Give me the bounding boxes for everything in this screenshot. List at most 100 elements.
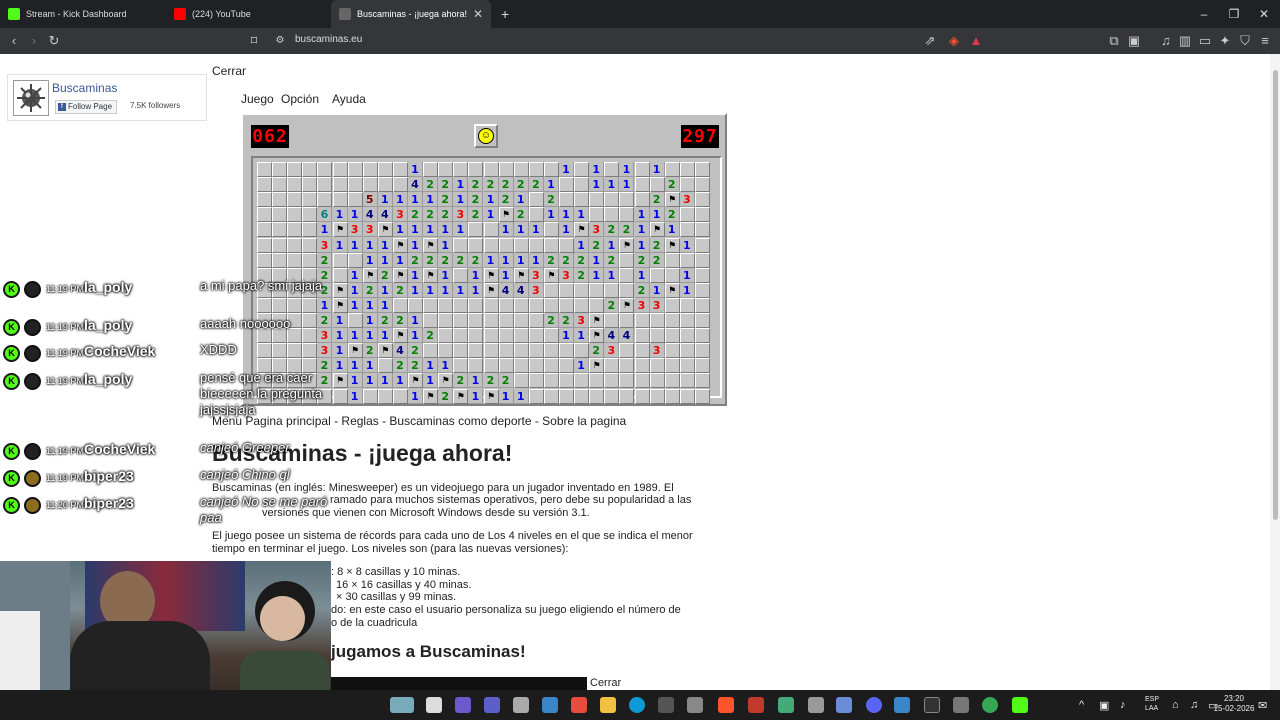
flag-icon[interactable]: ⚑ <box>377 222 393 238</box>
covered-cell[interactable] <box>559 358 574 374</box>
covered-cell[interactable] <box>574 297 590 313</box>
covered-cell[interactable] <box>649 328 665 344</box>
revealed-cell[interactable]: 1 <box>423 358 439 374</box>
flag-icon[interactable]: ⚑ <box>408 373 423 389</box>
network-icon[interactable]: ⌂ <box>1172 699 1179 711</box>
covered-cell[interactable] <box>438 297 454 313</box>
revealed-cell[interactable]: 1 <box>408 222 423 238</box>
revealed-cell[interactable]: 4 <box>498 282 514 298</box>
restore-icon[interactable]: ❐ <box>1218 0 1250 28</box>
covered-cell[interactable] <box>604 388 620 404</box>
covered-cell[interactable] <box>272 162 288 177</box>
revealed-cell[interactable]: 1 <box>664 222 680 238</box>
revealed-cell[interactable]: 1 <box>438 282 454 298</box>
revealed-cell[interactable]: 2 <box>453 373 469 389</box>
revealed-cell[interactable]: 1 <box>468 267 484 283</box>
revealed-cell[interactable]: 1 <box>634 267 650 283</box>
covered-cell[interactable] <box>543 297 559 313</box>
revealed-cell[interactable]: 1 <box>453 222 469 238</box>
covered-cell[interactable] <box>347 192 363 208</box>
covered-cell[interactable] <box>604 192 620 208</box>
revealed-cell[interactable]: 1 <box>332 358 348 374</box>
chrome-icon[interactable] <box>982 697 998 713</box>
covered-cell[interactable] <box>694 267 710 283</box>
covered-cell[interactable] <box>589 388 605 404</box>
revealed-cell[interactable]: 2 <box>468 207 484 223</box>
revealed-cell[interactable]: 2 <box>392 358 408 374</box>
covered-cell[interactable] <box>679 358 695 374</box>
covered-cell[interactable] <box>649 358 665 374</box>
revealed-cell[interactable]: 1 <box>589 267 605 283</box>
covered-cell[interactable] <box>453 237 469 253</box>
covered-cell[interactable] <box>453 297 469 313</box>
covered-cell[interactable] <box>347 313 363 328</box>
revealed-cell[interactable]: 1 <box>498 252 514 268</box>
covered-cell[interactable] <box>513 297 529 313</box>
revealed-cell[interactable]: 2 <box>543 313 559 328</box>
weather-icon[interactable] <box>390 697 414 713</box>
tab-youtube[interactable]: (224) YouTube <box>166 0 331 28</box>
revealed-cell[interactable]: 1 <box>589 162 605 177</box>
revealed-cell[interactable]: 1 <box>559 222 574 238</box>
covered-cell[interactable] <box>619 192 635 208</box>
covered-cell[interactable] <box>634 388 650 404</box>
revealed-cell[interactable]: 2 <box>649 192 665 208</box>
covered-cell[interactable] <box>257 237 272 253</box>
covered-cell[interactable] <box>604 313 620 328</box>
revealed-cell[interactable]: 1 <box>423 192 439 208</box>
revealed-cell[interactable]: 1 <box>377 192 393 208</box>
covered-cell[interactable] <box>302 192 318 208</box>
revealed-cell[interactable]: 1 <box>679 282 695 298</box>
revealed-cell[interactable]: 2 <box>423 207 439 223</box>
covered-cell[interactable] <box>528 328 544 344</box>
covered-cell[interactable] <box>543 358 559 374</box>
covered-cell[interactable] <box>332 252 348 268</box>
covered-cell[interactable] <box>392 162 408 177</box>
revealed-cell[interactable]: 2 <box>604 222 620 238</box>
covered-cell[interactable] <box>513 237 529 253</box>
revealed-cell[interactable]: 2 <box>649 237 665 253</box>
flag-icon[interactable]: ⚑ <box>332 373 348 389</box>
menu-opcion[interactable]: Opción <box>281 92 319 106</box>
revealed-cell[interactable]: 1 <box>423 373 439 389</box>
covered-cell[interactable] <box>679 297 695 313</box>
covered-cell[interactable] <box>513 343 529 359</box>
revealed-cell[interactable]: 1 <box>498 222 514 238</box>
revealed-cell[interactable]: 2 <box>574 267 590 283</box>
covered-cell[interactable] <box>468 162 484 177</box>
covered-cell[interactable] <box>257 177 272 193</box>
covered-cell[interactable] <box>589 373 605 389</box>
revealed-cell[interactable]: 1 <box>619 177 635 193</box>
leo-ai-icon[interactable]: ✦ <box>1217 33 1233 49</box>
covered-cell[interactable] <box>543 328 559 344</box>
reload-icon[interactable]: ↻ <box>46 33 62 49</box>
revealed-cell[interactable]: 2 <box>362 282 378 298</box>
flag-icon[interactable]: ⚑ <box>498 207 514 223</box>
covered-cell[interactable] <box>634 328 650 344</box>
revealed-cell[interactable]: 1 <box>332 207 348 223</box>
covered-cell[interactable] <box>317 177 333 193</box>
revealed-cell[interactable]: 1 <box>574 328 590 344</box>
scrollbar-thumb[interactable] <box>1273 70 1278 520</box>
covered-cell[interactable] <box>619 313 635 328</box>
revealed-cell[interactable]: 1 <box>483 207 499 223</box>
revealed-cell[interactable]: 2 <box>483 373 499 389</box>
flag-icon[interactable]: ⚑ <box>589 328 605 344</box>
covered-cell[interactable] <box>649 313 665 328</box>
covered-cell[interactable] <box>453 162 469 177</box>
covered-cell[interactable] <box>513 328 529 344</box>
covered-cell[interactable] <box>604 358 620 374</box>
covered-cell[interactable] <box>377 162 393 177</box>
revealed-cell[interactable]: 1 <box>649 207 665 223</box>
covered-cell[interactable] <box>664 313 680 328</box>
covered-cell[interactable] <box>559 388 574 404</box>
covered-cell[interactable] <box>634 343 650 359</box>
app-icon[interactable] <box>836 697 852 713</box>
app-icon[interactable] <box>687 697 703 713</box>
revealed-cell[interactable]: 1 <box>438 237 454 253</box>
minimize-icon[interactable]: – <box>1188 0 1220 28</box>
revealed-cell[interactable]: 1 <box>408 237 423 253</box>
covered-cell[interactable] <box>498 328 514 344</box>
revealed-cell[interactable]: 1 <box>528 222 544 238</box>
covered-cell[interactable] <box>423 313 439 328</box>
